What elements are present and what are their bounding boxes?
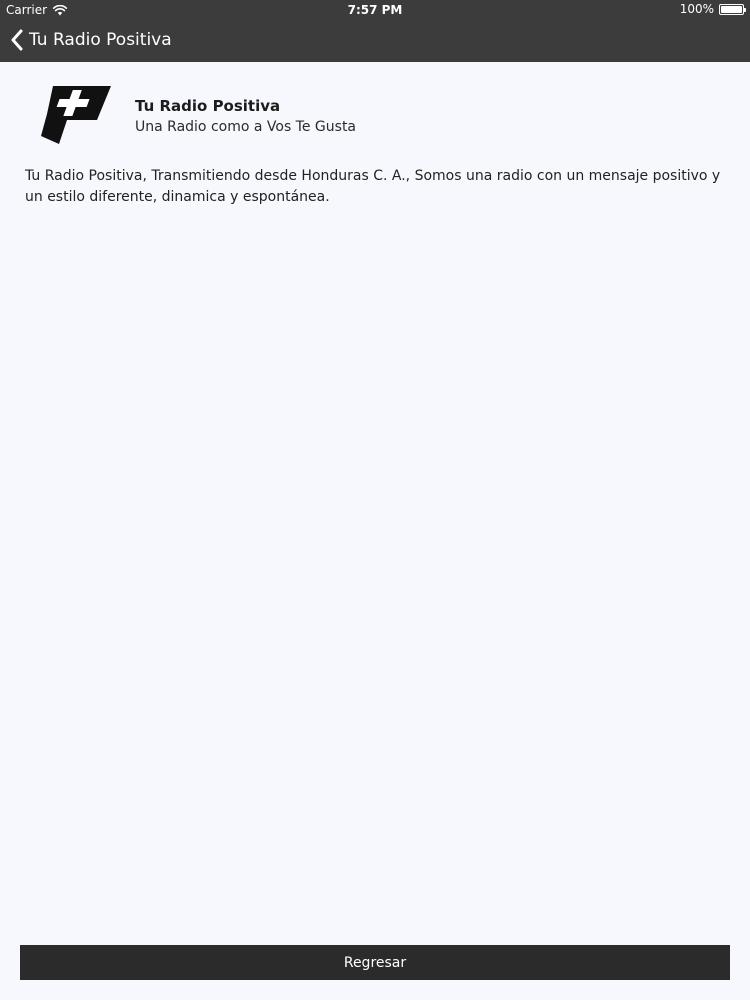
station-title: Tu Radio Positiva — [135, 97, 281, 115]
chevron-left-icon — [11, 29, 23, 51]
back-button-label: Tu Radio Positiva — [29, 30, 172, 50]
top-bar: Carrier 7:57 PM 100% Tu Radio Positiva — [0, 0, 750, 62]
radio-positiva-logo — [41, 86, 111, 144]
battery-percent: 100% — [679, 2, 714, 16]
battery-icon — [719, 3, 746, 15]
regresar-button[interactable]: Regresar — [20, 945, 730, 980]
station-header: Tu Radio Positiva Una Radio como a Vos T… — [25, 84, 725, 154]
station-subtitle: Una Radio como a Vos Te Gusta — [135, 119, 357, 135]
status-bar: Carrier 7:57 PM 100% — [0, 0, 750, 20]
nav-bar: Tu Radio Positiva — [0, 20, 750, 62]
back-button[interactable]: Tu Radio Positiva — [10, 29, 172, 51]
station-description: Tu Radio Positiva, Transmitiendo desde H… — [25, 168, 721, 205]
status-right: 100% — [679, 2, 746, 16]
battery-fill — [721, 5, 742, 13]
status-time: 7:57 PM — [347, 3, 403, 17]
